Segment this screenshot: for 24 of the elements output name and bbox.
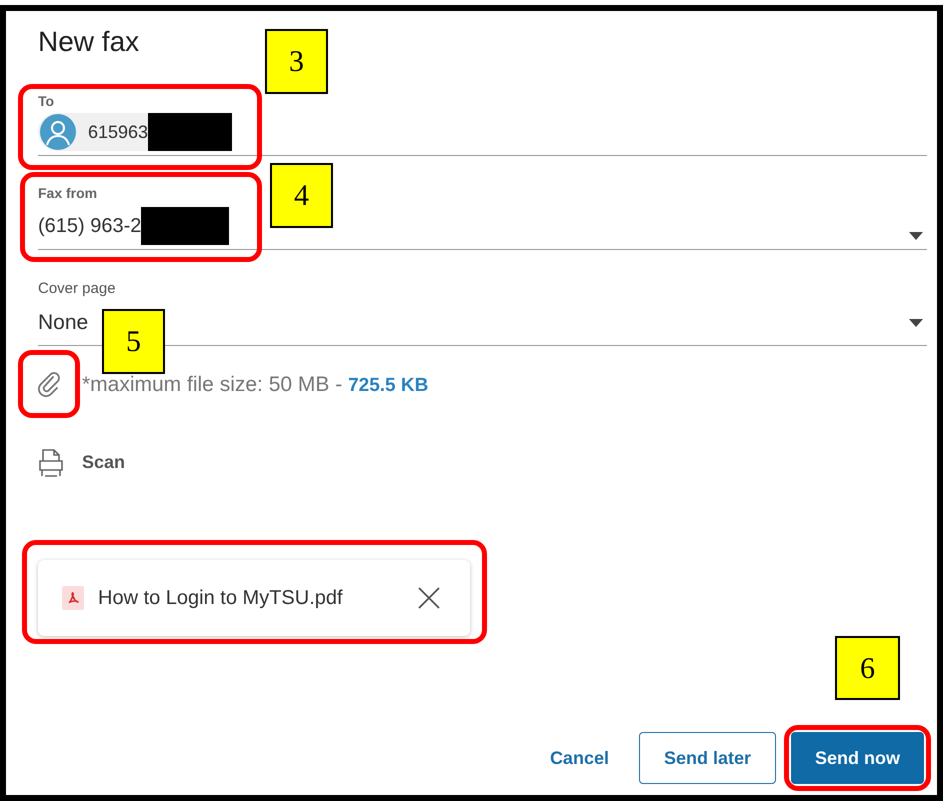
send-later-button[interactable]: Send later [638,732,776,784]
scan-button[interactable]: Scan [38,448,126,478]
dropdown-caret-icon[interactable] [909,318,923,326]
close-icon[interactable] [418,586,440,608]
callout-number: 4 [270,163,333,228]
callout-number: 6 [835,636,900,700]
send-button[interactable]: Send now [791,732,924,784]
dialog-title: New fax [38,28,140,56]
scanner-icon [38,448,64,478]
recipient-chip[interactable]: 615963 [38,113,232,151]
field-label: Cover page [38,280,116,297]
pdf-file-icon [62,586,84,610]
recipient-number: 615963 [88,120,148,144]
field-label: Fax from [38,185,98,202]
avatar-icon [40,114,76,150]
attachment-name: How to Login to MyTSU.pdf [98,586,343,610]
callout-number: 3 [265,29,328,94]
file-size-note: *maximum file size: 50 MB - 725.5 KB [82,372,428,398]
field-label: To [38,93,54,110]
cover-page-value: None [38,310,88,336]
dropdown-caret-icon[interactable] [909,232,923,240]
fax-from-value: (615) 963-2 [38,214,142,239]
callout-number: 5 [102,309,165,374]
paperclip-icon[interactable] [37,370,61,396]
